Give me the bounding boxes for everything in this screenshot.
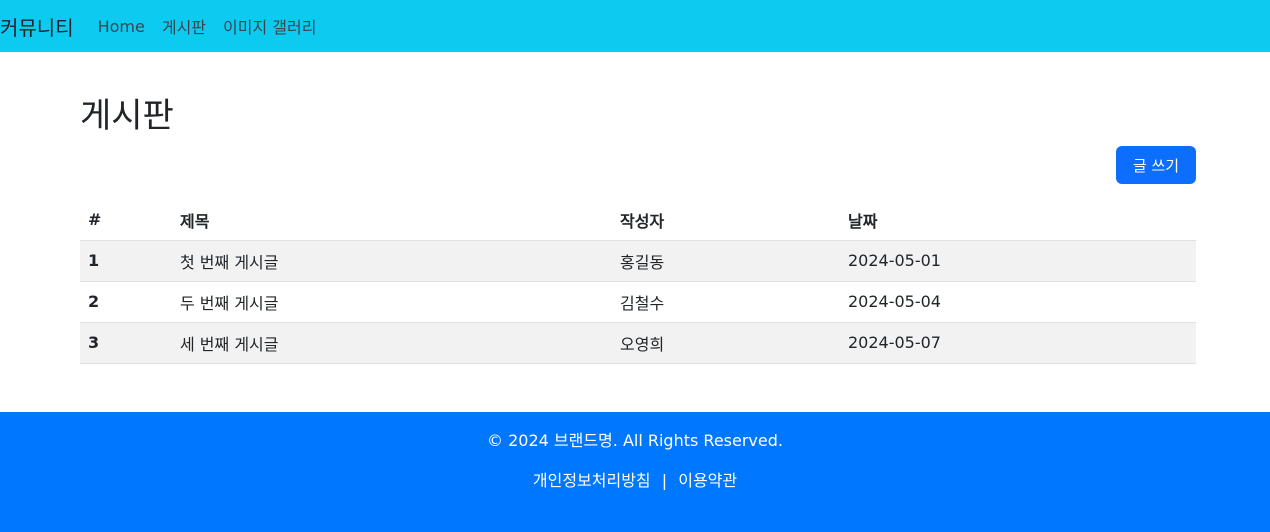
row-number: 1 bbox=[80, 240, 172, 282]
row-author: 홍길동 bbox=[612, 240, 840, 282]
table-row[interactable]: 2 두 번째 게시글 김철수 2024-05-04 bbox=[80, 281, 1196, 323]
privacy-policy-link[interactable]: 개인정보처리방침 bbox=[533, 471, 651, 490]
table-header-row: # 제목 작성자 날짜 bbox=[80, 200, 1196, 241]
row-date: 2024-05-07 bbox=[840, 322, 1196, 364]
row-author: 오영희 bbox=[612, 322, 840, 364]
row-title[interactable]: 첫 번째 게시글 bbox=[172, 240, 612, 282]
row-title[interactable]: 세 번째 게시글 bbox=[172, 322, 612, 364]
nav-link-gallery[interactable]: 이미지 갤러리 bbox=[223, 14, 316, 38]
board-table: # 제목 작성자 날짜 1 첫 번째 게시글 홍길동 2024-05-01 2 … bbox=[80, 200, 1196, 364]
header-date: 날짜 bbox=[840, 200, 1196, 241]
header-title: 제목 bbox=[172, 200, 612, 241]
row-date: 2024-05-01 bbox=[840, 240, 1196, 282]
table-row[interactable]: 3 세 번째 게시글 오영희 2024-05-07 bbox=[80, 322, 1196, 364]
header-number: # bbox=[80, 200, 172, 241]
row-number: 2 bbox=[80, 281, 172, 323]
header-author: 작성자 bbox=[612, 200, 840, 241]
footer: © 2024 브랜드명. All Rights Reserved. 개인정보처리… bbox=[0, 412, 1270, 532]
terms-link[interactable]: 이용약관 bbox=[678, 471, 737, 490]
page-title: 게시판 bbox=[80, 96, 174, 136]
brand-link[interactable]: 커뮤니티 bbox=[0, 12, 74, 41]
row-date: 2024-05-04 bbox=[840, 281, 1196, 323]
navbar: 커뮤니티 Home 게시판 이미지 갤러리 bbox=[0, 0, 1270, 52]
nav-link-board[interactable]: 게시판 bbox=[162, 14, 206, 38]
table-row[interactable]: 1 첫 번째 게시글 홍길동 2024-05-01 bbox=[80, 240, 1196, 282]
copyright-text: © 2024 브랜드명. All Rights Reserved. bbox=[487, 431, 783, 450]
row-title[interactable]: 두 번째 게시글 bbox=[172, 281, 612, 323]
row-author: 김철수 bbox=[612, 281, 840, 323]
footer-links: 개인정보처리방침 | 이용약관 bbox=[0, 470, 1270, 492]
nav-link-home[interactable]: Home bbox=[98, 17, 145, 36]
footer-separator: | bbox=[661, 471, 668, 490]
row-number: 3 bbox=[80, 322, 172, 364]
nav-links: Home 게시판 이미지 갤러리 bbox=[98, 14, 334, 38]
write-post-button[interactable]: 글 쓰기 bbox=[1116, 146, 1196, 184]
